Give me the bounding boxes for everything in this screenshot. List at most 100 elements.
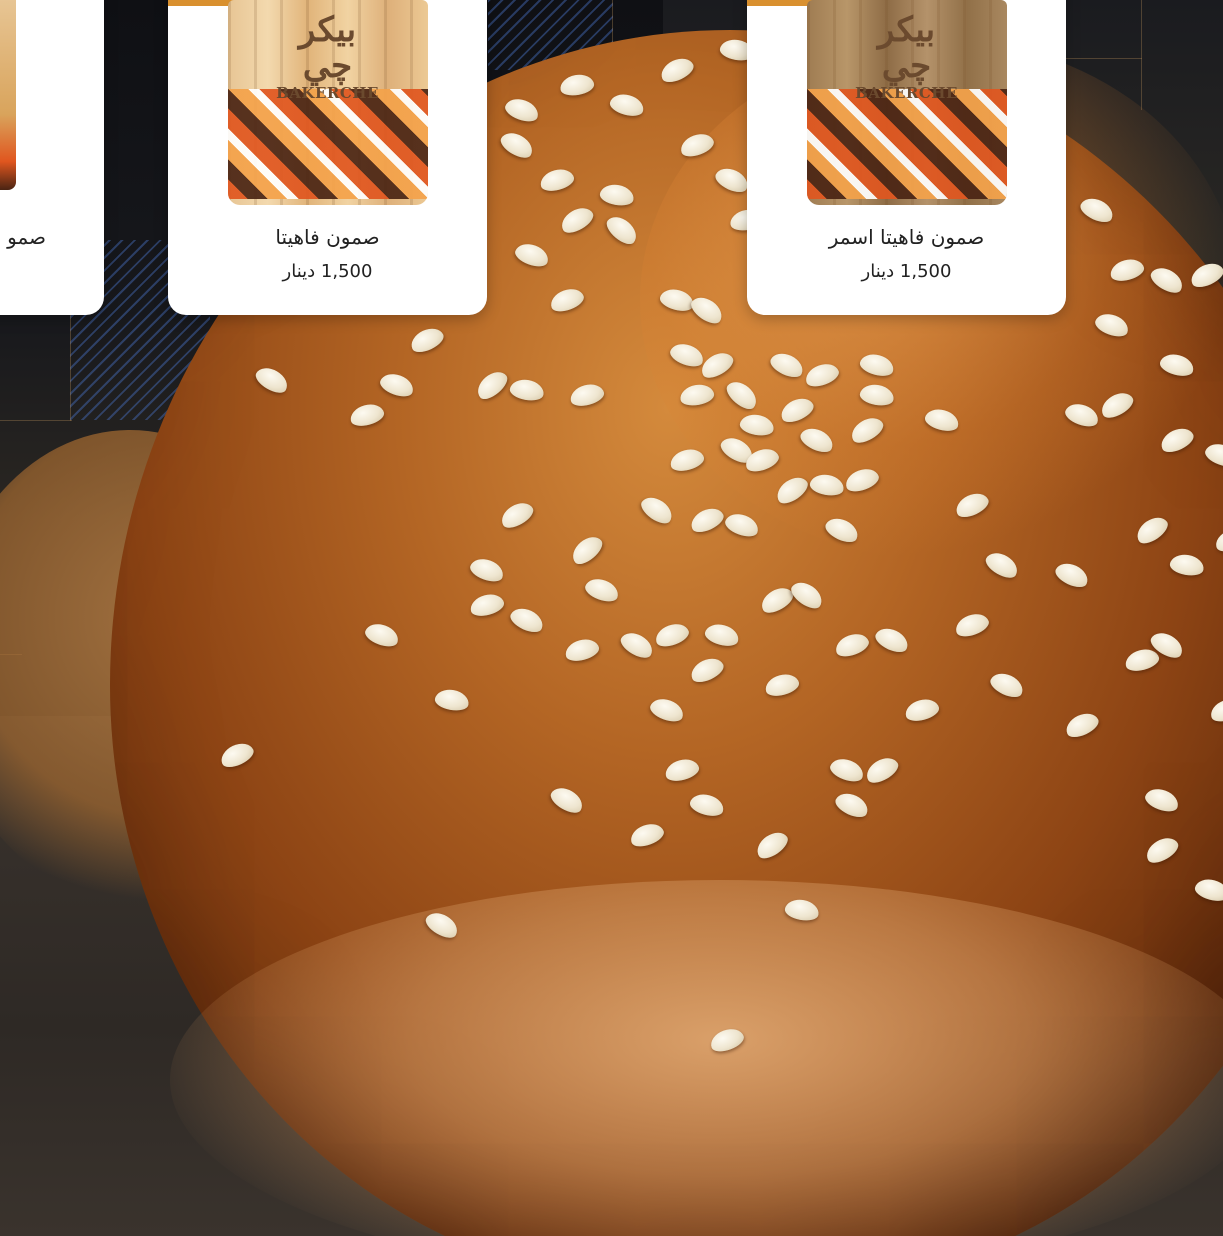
sesame-seed: [952, 609, 992, 641]
sesame-seed: [847, 412, 887, 448]
sesame-seed: [647, 694, 687, 726]
sesame-seed: [652, 619, 692, 651]
bag-pattern: [227, 89, 428, 199]
sesame-seed: [822, 513, 862, 547]
sesame-seed: [598, 182, 636, 208]
sesame-seed: [377, 369, 417, 401]
sesame-seed: [407, 323, 447, 357]
sesame-seed: [1207, 694, 1223, 726]
sesame-seed: [722, 376, 762, 414]
sesame-seed: [1077, 193, 1117, 227]
sesame-seed: [1052, 558, 1092, 592]
product-price: 1,500 دينار: [861, 261, 952, 282]
product-card[interactable]: صمو: [0, 0, 104, 315]
sesame-seed: [497, 127, 537, 163]
sesame-seed: [607, 90, 647, 120]
sesame-seed: [547, 284, 587, 316]
sesame-seed: [857, 350, 897, 380]
sesame-seed: [562, 635, 602, 665]
sesame-seed: [982, 547, 1022, 583]
sesame-seed: [767, 348, 807, 382]
sesame-seed: [787, 577, 827, 613]
product-image: بيكر چي BAKERCHE: [787, 0, 1027, 205]
sesame-seed: [667, 339, 707, 371]
sesame-seed: [567, 531, 607, 569]
sesame-seed: [827, 754, 867, 786]
sesame-seed: [1097, 387, 1137, 423]
product-name: صمون فاهيتا: [275, 225, 380, 249]
sesame-seed: [797, 423, 837, 457]
sesame-seed: [783, 897, 821, 923]
product-image: بيكر چي BAKERCHE: [208, 0, 448, 205]
sesame-seed: [617, 627, 657, 663]
sesame-seed: [467, 554, 507, 586]
sesame-seed: [902, 695, 942, 725]
sesame-seed: [1212, 524, 1223, 556]
sesame-seed: [1092, 309, 1132, 341]
bread-bag: بيكر چي BAKERCHE: [227, 0, 428, 205]
sesame-seed: [922, 405, 962, 435]
sesame-seed: [557, 202, 597, 238]
sesame-seed: [687, 790, 727, 820]
sesame-seed: [582, 574, 622, 606]
sesame-seed: [842, 464, 882, 496]
sesame-seed: [558, 72, 596, 98]
sesame-seed: [537, 165, 577, 195]
sesame-seed: [508, 377, 546, 403]
sesame-seed: [217, 738, 257, 772]
sesame-seed: [872, 623, 912, 657]
sesame-seed: [687, 503, 727, 537]
bag-pattern: [806, 89, 1007, 199]
sesame-seed: [467, 590, 507, 620]
sesame-seed: [512, 239, 552, 271]
sesame-seed: [497, 497, 537, 533]
sesame-seed: [1122, 645, 1162, 675]
sesame-seed: [252, 362, 292, 398]
sesame-seed: [1187, 258, 1223, 292]
sesame-seed: [702, 620, 742, 650]
sesame-seed: [832, 629, 872, 661]
sesame-seed: [1202, 439, 1223, 471]
product-name: صمون فاهيتا اسمر: [828, 225, 985, 249]
sesame-seed: [832, 788, 872, 822]
sesame-seed: [712, 163, 752, 197]
sesame-seed: [1062, 399, 1102, 431]
sesame-seed: [772, 472, 812, 508]
sesame-seed: [1132, 512, 1172, 548]
product-card[interactable]: بيكر چي BAKERCHE صمون فاهيتا اسمر 1,500 …: [747, 0, 1066, 315]
sesame-seed: [1147, 262, 1187, 298]
sesame-seed: [808, 472, 846, 498]
sesame-seed: [567, 380, 607, 410]
sesame-seed: [507, 603, 547, 637]
sesame-seed: [657, 53, 697, 87]
sesame-seed: [1142, 784, 1182, 816]
sesame-seed: [472, 366, 512, 404]
sesame-seed: [707, 1024, 747, 1056]
sesame-seed: [1062, 708, 1102, 742]
sesame-seed: [602, 211, 642, 249]
product-card[interactable]: بيكر چي BAKERCHE صمون فاهيتا 1,500 دينار: [168, 0, 487, 315]
sesame-seed: [687, 292, 727, 328]
product-page: صمو بيكر چي BAKERCHE صمون فاهيتا 1,500 د…: [0, 0, 1223, 1236]
sesame-seed: [1157, 423, 1197, 457]
sesame-seed: [362, 619, 402, 651]
sesame-seed: [1107, 255, 1147, 285]
sesame-seed: [802, 359, 842, 391]
sesame-seed: [777, 393, 817, 427]
brand-logo: بيكر چي BAKERCHE: [855, 10, 958, 102]
sesame-seed: [637, 492, 677, 528]
product-name: صمو: [7, 225, 46, 249]
sesame-seed: [657, 285, 697, 315]
product-image: [0, 0, 16, 190]
sesame-seed: [502, 94, 542, 126]
sesame-seed: [677, 129, 717, 161]
bread-bag: بيكر چي BAKERCHE: [806, 0, 1007, 205]
sesame-seed: [662, 755, 702, 785]
sesame-seed: [752, 827, 792, 863]
sesame-seed: [687, 653, 727, 687]
sesame-seed: [952, 488, 992, 522]
sesame-seed: [762, 670, 802, 700]
sesame-seed: [547, 782, 587, 818]
product-price: 1,500 دينار: [282, 261, 373, 282]
sesame-seed: [722, 509, 762, 541]
